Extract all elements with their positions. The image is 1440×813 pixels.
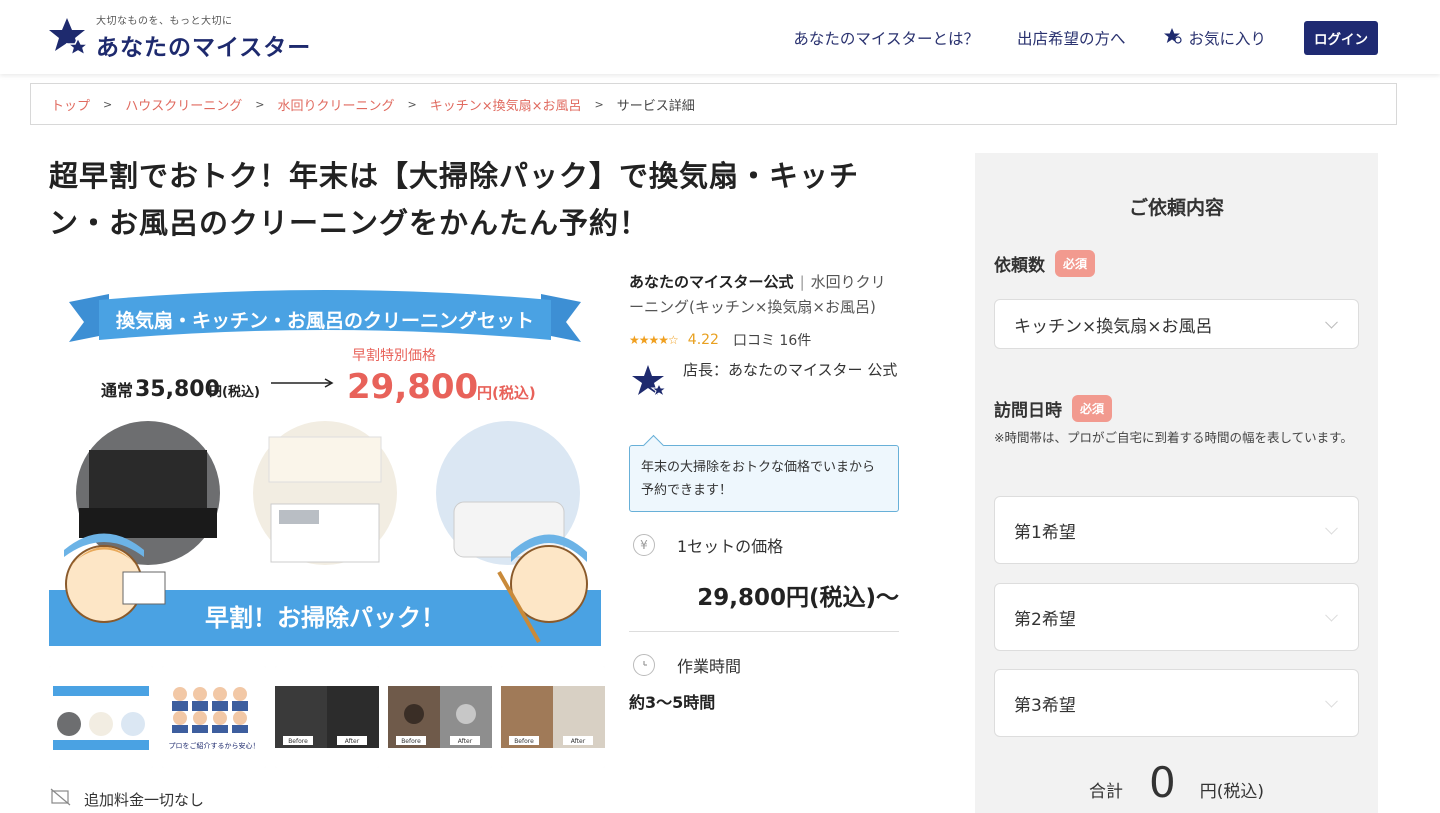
- svg-text:After: After: [458, 738, 473, 745]
- breadcrumb-water-cleaning[interactable]: 水回りクリーニング: [277, 95, 394, 114]
- panel-title: ご依頼内容: [1128, 197, 1224, 219]
- thumbnail-set[interactable]: [49, 666, 153, 768]
- svg-text:プロをご紹介するから安心！: プロをご紹介するから安心！: [169, 741, 260, 750]
- yen-icon: ¥: [633, 534, 655, 556]
- order-panel: ご依頼内容 依頼数 必須 キッチン×換気扇×お風呂 訪問日時 必須 ※時間帯は、…: [975, 153, 1378, 813]
- no-fee-icon: [50, 788, 72, 810]
- favorite-star-icon: [1163, 27, 1183, 49]
- thumbnail-sink-before-after[interactable]: Before After: [388, 666, 492, 768]
- breadcrumb-separator: >: [594, 97, 604, 111]
- breadcrumb-current: サービス詳細: [616, 98, 695, 114]
- time-value: 約3〜5時間: [629, 693, 716, 712]
- svg-text:29,800: 29,800: [347, 367, 478, 407]
- time-label: 作業時間: [677, 657, 742, 676]
- chevron-down-icon: [1325, 608, 1338, 622]
- extra-fee-label: 追加料金一切なし: [84, 790, 205, 809]
- visit-label-row: 訪問日時 必須: [994, 395, 1113, 422]
- breadcrumb-kitchen-set[interactable]: キッチン×換気扇×お風呂: [430, 95, 582, 114]
- preference-1-label: 第1希望: [1014, 522, 1076, 543]
- preference-2-label: 第2希望: [1014, 609, 1076, 630]
- site-header: 大切なものを、もっと大切に あなたのマイスター あなたのマイスターとは？ 出店希…: [0, 0, 1440, 74]
- svg-text:Before: Before: [401, 738, 421, 745]
- price-value: 29,800円(税込)〜: [697, 585, 899, 611]
- chevron-down-icon: [1325, 315, 1338, 329]
- required-badge: 必須: [1072, 395, 1113, 422]
- preference-1-select[interactable]: 第1希望: [994, 496, 1359, 564]
- preference-3-label: 第3希望: [1014, 695, 1076, 716]
- nav-about-link[interactable]: あなたのマイスターとは？: [793, 27, 979, 49]
- hero-footer-banner: 早割！お掃除パック！: [205, 604, 445, 632]
- thumbnail-staff[interactable]: プロをご紹介するから安心！: [162, 666, 266, 768]
- nav-vendors-link[interactable]: 出店希望の方へ: [1017, 27, 1126, 49]
- visit-label: 訪問日時: [994, 401, 1062, 421]
- visit-note: ※時間帯は、プロがご自宅に到着する時間の幅を表しています。: [994, 430, 1353, 445]
- rating-row: ★★★★☆ 4.22 口コミ 16件: [629, 330, 899, 350]
- svg-text:35,800: 35,800: [135, 377, 220, 402]
- thumbnail-strip: プロをご紹介するから安心！ Before After Before After …: [49, 666, 605, 768]
- nav-favorites-label: お気に入り: [1188, 30, 1266, 48]
- divider: [629, 631, 899, 632]
- rating-value: 4.22: [687, 332, 719, 348]
- logo-name: あなたのマイスター: [96, 35, 312, 61]
- total-unit: 円(税込): [1199, 782, 1264, 802]
- required-badge: 必須: [1055, 250, 1096, 277]
- site-logo[interactable]: 大切なものを、もっと大切に あなたのマイスター: [48, 12, 311, 62]
- vendor-name[interactable]: あなたのマイスター公式: [629, 273, 794, 291]
- svg-text:通常: 通常: [101, 381, 133, 400]
- service-summary: あなたのマイスター公式 | 水回りクリーニング(キッチン×換気扇×お風呂) ★★★★…: [629, 270, 899, 712]
- clock-icon: [633, 654, 655, 676]
- total-value: 0: [1149, 758, 1176, 807]
- count-label: 依頼数: [994, 256, 1045, 276]
- preference-3-select[interactable]: 第3希望: [994, 669, 1359, 737]
- svg-text:円(税込): 円(税込): [209, 384, 260, 400]
- extra-fee-note: 追加料金一切なし: [50, 788, 204, 810]
- login-button[interactable]: ログイン: [1304, 21, 1378, 55]
- main-nav: あなたのマイスターとは？ 出店希望の方へ お気に入り ログイン: [755, 21, 1378, 55]
- preference-2-select[interactable]: 第2希望: [994, 583, 1359, 651]
- breadcrumb-top[interactable]: トップ: [51, 95, 90, 114]
- breadcrumb: トップ > ハウスクリーニング > 水回りクリーニング > キッチン×換気扇×お…: [30, 83, 1397, 125]
- count-select[interactable]: キッチン×換気扇×お風呂: [994, 299, 1359, 349]
- owner-avatar-icon: [631, 364, 669, 402]
- svg-text:After: After: [345, 738, 360, 745]
- logo-star-icon: [48, 16, 91, 58]
- svg-text:Before: Before: [288, 738, 308, 745]
- chevron-down-icon: [1325, 694, 1338, 708]
- vendor-info: あなたのマイスター公式 | 水回りクリーニング(キッチン×換気扇×お風呂): [629, 273, 886, 316]
- main-service-image[interactable]: 換気扇・キッチン・お風呂のクリーニングセット 早割特別価格 通常 35,800 …: [49, 272, 601, 646]
- owner-name: 店長：あなたのマイスター 公式: [683, 361, 898, 379]
- page-title: 超早割でおトク！年末は【大掃除パック】で換気扇・キッチン・お風呂のクリーニングを…: [49, 159, 860, 240]
- svg-text:円(税込): 円(税込): [477, 384, 536, 402]
- owner-message-bubble: 年末の大掃除をおトクな価格でいまから予約できます！: [629, 445, 899, 512]
- breadcrumb-separator: >: [103, 97, 113, 111]
- total-label: 合計: [1089, 782, 1123, 802]
- count-select-value: キッチン×換気扇×お風呂: [1014, 316, 1213, 337]
- svg-text:早割特別価格: 早割特別価格: [352, 347, 436, 364]
- time-row: 作業時間: [629, 653, 741, 677]
- price-label: 1セットの価格: [677, 537, 784, 556]
- price-row: ¥ 1セットの価格: [629, 533, 783, 557]
- reviews-link[interactable]: 口コミ 16件: [733, 330, 811, 350]
- thumbnail-kitchen-before-after[interactable]: Before After: [501, 666, 605, 768]
- breadcrumb-house-cleaning[interactable]: ハウスクリーニング: [125, 95, 242, 114]
- thumbnail-hood-before-after[interactable]: Before After: [275, 666, 379, 768]
- svg-text:Before: Before: [514, 738, 534, 745]
- nav-favorites-link[interactable]: お気に入り: [1163, 27, 1266, 49]
- logo-tagline: 大切なものを、もっと大切に: [96, 16, 233, 27]
- breadcrumb-separator: >: [407, 97, 417, 111]
- owner-row: 店長：あなたのマイスター 公式: [629, 358, 899, 402]
- chevron-down-icon: [1325, 521, 1338, 535]
- hero-banner-text: 換気扇・キッチン・お風呂のクリーニングセット: [116, 309, 534, 332]
- count-label-row: 依頼数 必須: [994, 250, 1096, 277]
- breadcrumb-separator: >: [255, 97, 265, 111]
- svg-text:After: After: [571, 738, 586, 745]
- rating-stars-icon: ★★★★☆: [629, 333, 679, 347]
- total-row: 合計 0 円(税込): [975, 758, 1378, 807]
